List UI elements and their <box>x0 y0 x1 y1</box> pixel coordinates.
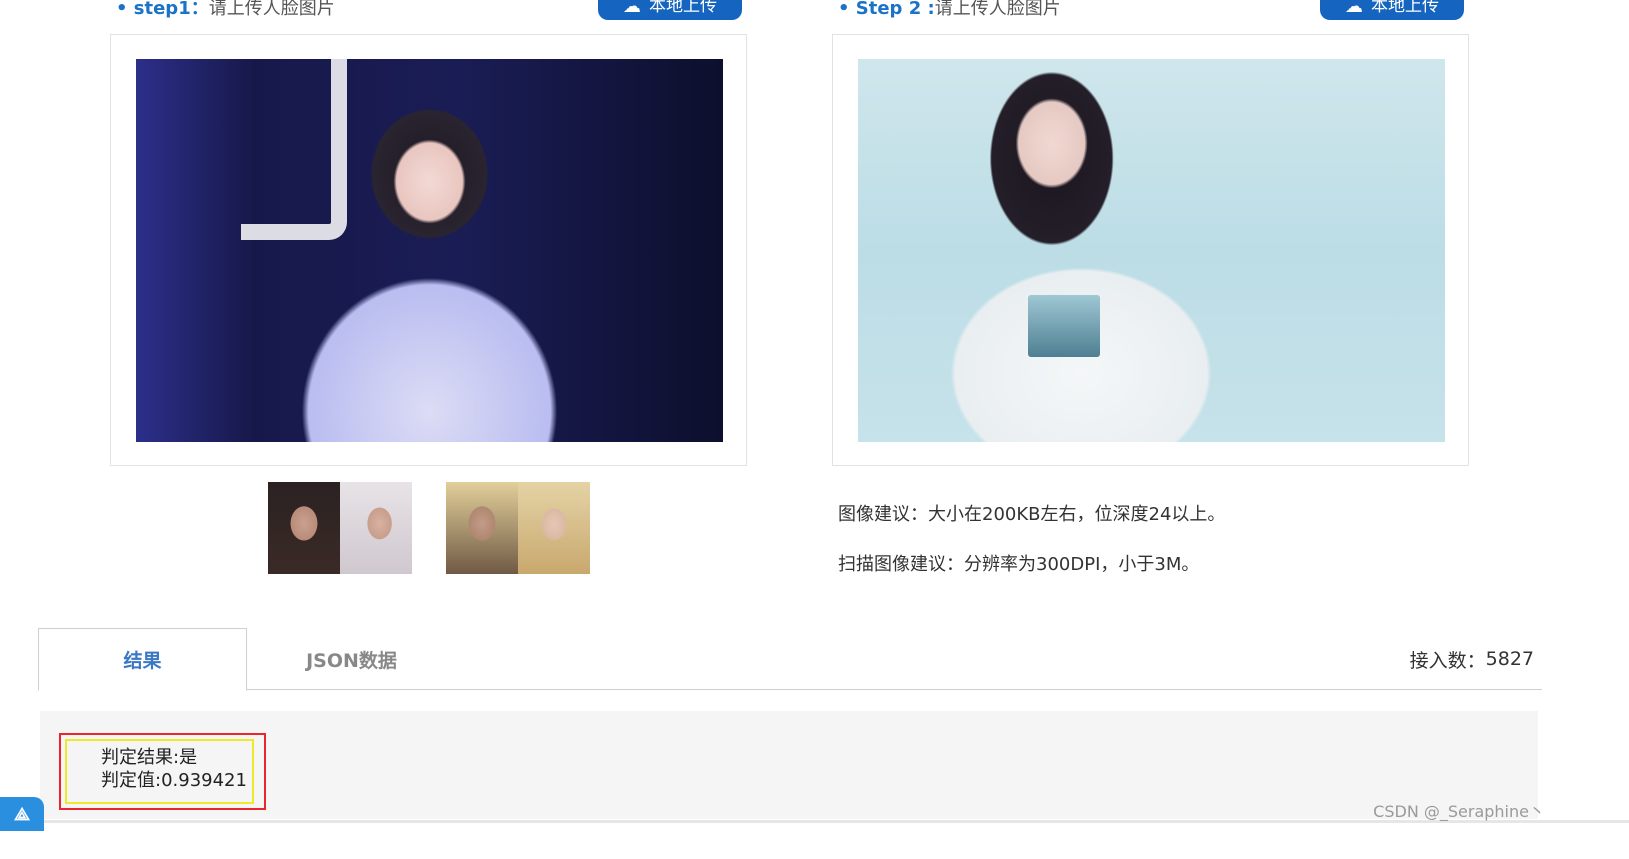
tab-json[interactable]: JSON数据 <box>247 628 456 690</box>
image-frame-1[interactable] <box>110 34 747 466</box>
sample-thumb[interactable] <box>518 482 590 574</box>
sample-thumb[interactable] <box>340 482 412 574</box>
upload-button-1-label: 本地上传 <box>649 0 717 16</box>
upload-button-2-label: 本地上传 <box>1371 0 1439 16</box>
sample-thumb[interactable] <box>268 482 340 574</box>
uploaded-face-image-2 <box>858 59 1445 442</box>
watermark: CSDN @_Seraphine丶 <box>1373 802 1545 821</box>
sample-thumb[interactable] <box>446 482 518 574</box>
cloud-upload-icon: ☁ <box>623 0 641 17</box>
upload-button-2[interactable]: ☁ 本地上传 <box>1320 0 1464 20</box>
step1-title: • step1：请上传人脸图片 <box>116 0 335 19</box>
upload-button-1[interactable]: ☁ 本地上传 <box>598 0 742 20</box>
image-hint: 图像建议：大小在200KB左右，位深度24以上。 <box>838 504 1226 525</box>
cloud-upload-icon: ☁ <box>1345 0 1363 17</box>
sample-pair-1[interactable] <box>268 482 412 574</box>
step1-label: step1： <box>133 0 209 19</box>
result-panel: 判定结果:是 判定值:0.939421 <box>40 711 1538 819</box>
result-score: 判定值:0.939421 <box>101 770 247 791</box>
step2-label: Step 2 : <box>855 0 935 19</box>
result-tabs: 结果 JSON数据 接入数： 5827 <box>38 628 1542 691</box>
access-counter-value: 5827 <box>1485 648 1534 670</box>
access-counter: 接入数： 5827 <box>1410 628 1534 690</box>
app-logo-icon[interactable]: ⟁ <box>0 797 44 831</box>
access-counter-label: 接入数： <box>1409 649 1486 672</box>
step2-desc: 请上传人脸图片 <box>934 0 1061 19</box>
step1-desc: 请上传人脸图片 <box>208 0 335 19</box>
tab-result[interactable]: 结果 <box>38 628 247 691</box>
step2-title: • Step 2 :请上传人脸图片 <box>838 0 1061 19</box>
uploaded-face-image-1 <box>136 59 723 442</box>
sample-pair-2[interactable] <box>446 482 590 574</box>
scan-hint: 扫描图像建议：分辨率为300DPI，小于3M。 <box>838 554 1200 575</box>
image-frame-2[interactable] <box>832 34 1469 466</box>
